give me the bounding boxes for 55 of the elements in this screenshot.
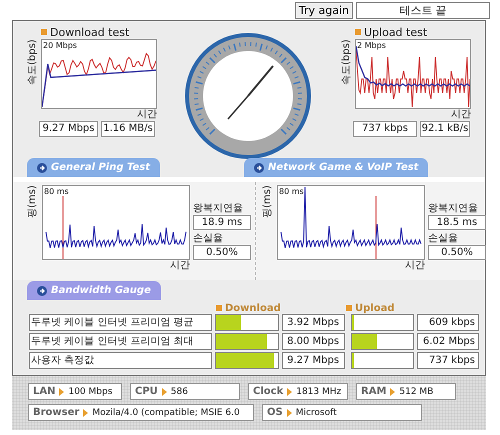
axis-label: 속도(bps) — [26, 39, 39, 87]
section-tab[interactable]: Network Game & VoIP Test — [244, 158, 428, 177]
axis-label: 시간 — [170, 260, 190, 271]
info-field: Clock 1813 MHz — [248, 383, 348, 400]
loss-label: 손실율 — [193, 232, 224, 245]
name-field: 사용자 측정값 — [29, 352, 212, 369]
bullet-icon — [41, 29, 47, 35]
test-title: Download test — [50, 26, 130, 38]
arrow-icon — [254, 162, 264, 172]
axis-label: 핑(ms) — [261, 185, 274, 220]
bullet-icon — [216, 305, 222, 311]
latency-field: 18.5 ms — [428, 215, 486, 230]
scale-label: 80 ms — [279, 187, 304, 196]
info-field: OS Microsoft — [262, 404, 422, 421]
axis-label: 시간 — [405, 260, 425, 271]
value-field: 8.00 Mbps — [282, 333, 345, 350]
status-field: 테스트 끝 — [356, 2, 490, 18]
scale-label: 2 Mbps — [357, 41, 386, 50]
arrow-icon — [37, 286, 47, 296]
reading-field: 737 kbps — [353, 121, 417, 137]
value-field: 9.27 Mbps — [282, 352, 345, 369]
axis-label: 속도(bps) — [340, 39, 353, 87]
test-title: Upload test — [364, 26, 428, 38]
axis-label: 시간 — [451, 109, 471, 120]
info-field: CPU 586 — [130, 383, 240, 400]
value-field: 737 kbps — [416, 352, 479, 369]
arrow-icon — [37, 162, 47, 172]
info-field: RAM 512 MB — [356, 383, 456, 400]
scale-label: 20 Mbps — [43, 41, 77, 50]
value-field: 609 kbps — [416, 314, 479, 331]
bullet-icon — [346, 305, 352, 311]
column-header: Upload — [355, 302, 394, 314]
latency-label: 왕복지연율 — [428, 202, 479, 215]
column-header: Download — [225, 302, 281, 314]
value-field: 6.02 Mbps — [416, 333, 479, 350]
info-field: LAN 100 Mbps — [28, 383, 122, 400]
reading-field: 1.16 MB/s — [101, 121, 155, 137]
name-field: 두루넷 케이블 인터넷 프리미엄 평균 — [29, 314, 212, 331]
axis-label: 핑(ms) — [26, 185, 39, 220]
bullet-icon — [355, 29, 361, 35]
value-field: 3.92 Mbps — [282, 314, 345, 331]
loss-field: 0.50% — [193, 245, 251, 260]
latency-field: 18.9 ms — [193, 215, 251, 230]
try-again-button[interactable]: Try again — [294, 2, 353, 18]
latency-label: 왕복지연율 — [193, 202, 244, 215]
loss-label: 손실율 — [428, 232, 459, 245]
section-tab[interactable]: Bandwidth Gauge — [27, 281, 161, 300]
reading-field: 92.1 kB/s — [420, 121, 470, 137]
axis-label: 시간 — [137, 109, 157, 120]
loss-field: 0.50% — [428, 245, 486, 260]
scale-label: 80 ms — [44, 187, 69, 196]
reading-field: 9.27 Mbps — [39, 121, 98, 137]
info-field: Browser Mozila/4.0 (compatible; MSIE 6.0 — [28, 404, 254, 421]
name-field: 두루넷 케이블 인터넷 프리미엄 최대 — [29, 333, 212, 350]
section-tab[interactable]: General Ping Test — [27, 158, 160, 177]
